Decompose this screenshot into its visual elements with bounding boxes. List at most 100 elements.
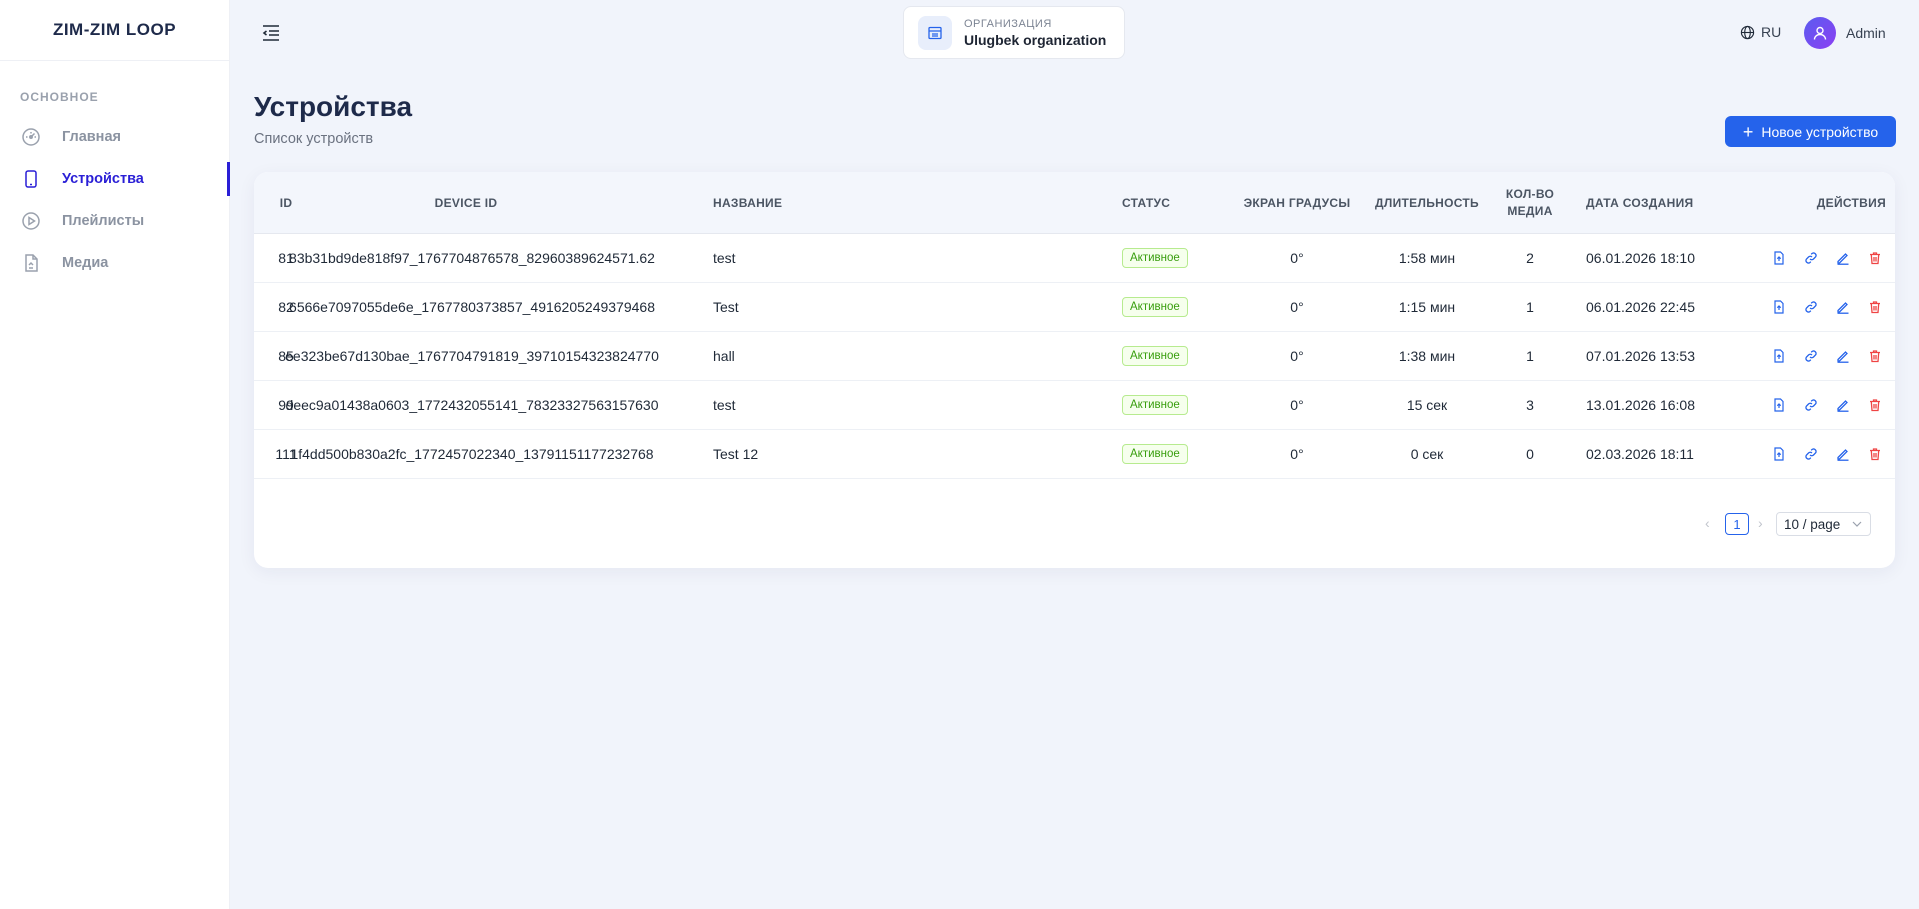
link-icon[interactable] <box>1795 444 1827 464</box>
sidebar-item-media[interactable]: Медиа <box>0 242 229 284</box>
cell-status: Активное <box>1122 430 1202 478</box>
pagination-next-icon[interactable]: › <box>1758 515 1763 531</box>
file-upload-icon[interactable] <box>1763 297 1795 317</box>
cell-actions <box>1763 430 1891 478</box>
new-device-button-label: Новое устройство <box>1761 123 1879 140</box>
delete-icon[interactable] <box>1859 297 1891 317</box>
delete-icon[interactable] <box>1859 444 1891 464</box>
table-row[interactable]: 111 1f4dd500b830a2fc_1772457022340_13791… <box>254 430 1895 479</box>
sidebar: ZIM-ZIM LOOP ОСНОВНОЕ Главная Устройства… <box>0 0 230 909</box>
cell-name: Test 12 <box>713 446 759 462</box>
page-size-select[interactable]: 10 / page <box>1776 512 1871 536</box>
edit-icon[interactable] <box>1827 346 1859 366</box>
file-upload-icon[interactable] <box>1763 248 1795 268</box>
table-row[interactable]: 82 6566e7097055de6e_1767780373857_491620… <box>254 283 1895 332</box>
pagination-page-1[interactable]: 1 <box>1725 513 1749 535</box>
link-icon[interactable] <box>1795 297 1827 317</box>
organization-name: Ulugbek organization <box>964 31 1107 48</box>
cell-media-count: 2 <box>1526 250 1534 266</box>
edit-icon[interactable] <box>1827 297 1859 317</box>
table-row[interactable]: 99 deec9a01438a0603_1772432055141_783233… <box>254 381 1895 430</box>
page-size-value: 10 / page <box>1784 516 1841 532</box>
cell-media-count: 3 <box>1526 397 1534 413</box>
cell-screen-degrees: 0° <box>1290 446 1304 462</box>
cell-media-count: 1 <box>1526 348 1534 364</box>
chevron-down-icon <box>1852 521 1862 527</box>
delete-icon[interactable] <box>1859 346 1891 366</box>
col-header-name[interactable]: НАЗВАНИЕ <box>713 172 913 234</box>
delete-icon[interactable] <box>1859 248 1891 268</box>
cell-name: test <box>713 397 736 413</box>
sidebar-item-label: Устройства <box>62 171 144 187</box>
link-icon[interactable] <box>1795 346 1827 366</box>
sidebar-item-home[interactable]: Главная <box>0 116 229 158</box>
link-icon[interactable] <box>1795 395 1827 415</box>
cell-actions <box>1763 283 1891 331</box>
col-header-id[interactable]: ID <box>276 172 296 234</box>
cell-device-id: ee323be67d130bae_1767704791819_397101543… <box>285 348 659 364</box>
devices-table-card: ID DEVICE ID НАЗВАНИЕ СТАТУС ЭКРАН ГРАДУ… <box>254 172 1895 568</box>
globe-icon <box>1740 25 1755 39</box>
col-header-duration[interactable]: ДЛИТЕЛЬНОСТЬ <box>1362 172 1492 234</box>
cell-device-id: deec9a01438a0603_1772432055141_783233275… <box>285 397 659 413</box>
sidebar-nav: Главная Устройства Плейлисты Медиа <box>0 116 230 284</box>
cell-status: Активное <box>1122 381 1202 429</box>
plus-icon: + <box>1742 121 1754 142</box>
file-upload-icon[interactable] <box>1763 444 1795 464</box>
cell-device-id: 83b31bd9de818f97_1767704876578_829603896… <box>289 250 655 266</box>
table-row[interactable]: 81 83b31bd9de818f97_1767704876578_829603… <box>254 234 1895 283</box>
cell-screen-degrees: 0° <box>1290 397 1304 413</box>
language-switcher[interactable]: RU <box>1740 24 1781 40</box>
store-icon <box>918 15 952 50</box>
edit-icon[interactable] <box>1827 444 1859 464</box>
link-icon[interactable] <box>1795 248 1827 268</box>
cell-name: hall <box>713 348 735 364</box>
cell-device-id: 1f4dd500b830a2fc_1772457022340_137911511… <box>290 446 654 462</box>
language-label: RU <box>1761 24 1782 40</box>
pagination-prev-icon[interactable]: ‹ <box>1705 515 1710 531</box>
cell-actions <box>1763 381 1891 429</box>
status-badge: Активное <box>1122 248 1188 268</box>
user-menu[interactable]: Admin <box>1804 17 1886 49</box>
organization-selector[interactable]: ОРГАНИЗАЦИЯ Ulugbek organization <box>903 6 1125 59</box>
cell-created: 06.01.2026 22:45 <box>1586 299 1695 315</box>
new-device-button[interactable]: + Новое устройство <box>1725 116 1896 147</box>
cell-created: 02.03.2026 18:11 <box>1586 446 1694 462</box>
cell-duration: 1:58 мин <box>1398 250 1456 266</box>
app-logo[interactable]: ZIM-ZIM LOOP <box>0 0 229 61</box>
delete-icon[interactable] <box>1859 395 1891 415</box>
status-badge: Активное <box>1122 297 1188 317</box>
col-header-status[interactable]: СТАТУС <box>1122 172 1202 234</box>
cell-duration: 0 сек <box>1410 446 1444 462</box>
table-row[interactable]: 85 ee323be67d130bae_1767704791819_397101… <box>254 332 1895 381</box>
organization-label: ОРГАНИЗАЦИЯ <box>964 17 1052 30</box>
play-circle-icon <box>21 211 41 231</box>
edit-icon[interactable] <box>1827 395 1859 415</box>
cell-screen-degrees: 0° <box>1290 348 1304 364</box>
cell-created: 13.01.2026 16:08 <box>1586 397 1695 413</box>
file-upload-icon[interactable] <box>1763 346 1795 366</box>
cell-media-count: 0 <box>1526 446 1534 462</box>
dashboard-icon <box>21 127 41 147</box>
col-header-media-count[interactable]: КОЛ-ВО МЕДИА <box>1494 172 1566 234</box>
cell-media-count: 1 <box>1526 299 1534 315</box>
file-upload-icon[interactable] <box>1763 395 1795 415</box>
edit-icon[interactable] <box>1827 248 1859 268</box>
page-subtitle: Список устройств <box>254 131 374 147</box>
menu-collapse-icon[interactable] <box>260 22 282 44</box>
status-badge: Активное <box>1122 395 1188 415</box>
col-header-created[interactable]: ДАТА СОЗДАНИЯ <box>1586 172 1736 234</box>
cell-duration: 1:15 мин <box>1398 299 1456 315</box>
sidebar-section-title: ОСНОВНОЕ <box>20 90 99 104</box>
cell-status: Активное <box>1122 234 1202 282</box>
sidebar-item-label: Плейлисты <box>62 213 145 229</box>
user-avatar-icon <box>1804 17 1836 49</box>
cell-screen-degrees: 0° <box>1290 250 1304 266</box>
cell-duration: 1:38 мин <box>1398 348 1456 364</box>
col-header-screen-degrees[interactable]: ЭКРАН ГРАДУСЫ <box>1222 172 1372 234</box>
sidebar-item-devices[interactable]: Устройства <box>0 158 230 200</box>
sidebar-item-playlists[interactable]: Плейлисты <box>0 200 229 242</box>
sidebar-item-label: Главная <box>62 129 121 145</box>
cell-device-id: 6566e7097055de6e_1767780373857_491620524… <box>289 299 655 315</box>
col-header-device-id[interactable]: DEVICE ID <box>316 172 616 234</box>
